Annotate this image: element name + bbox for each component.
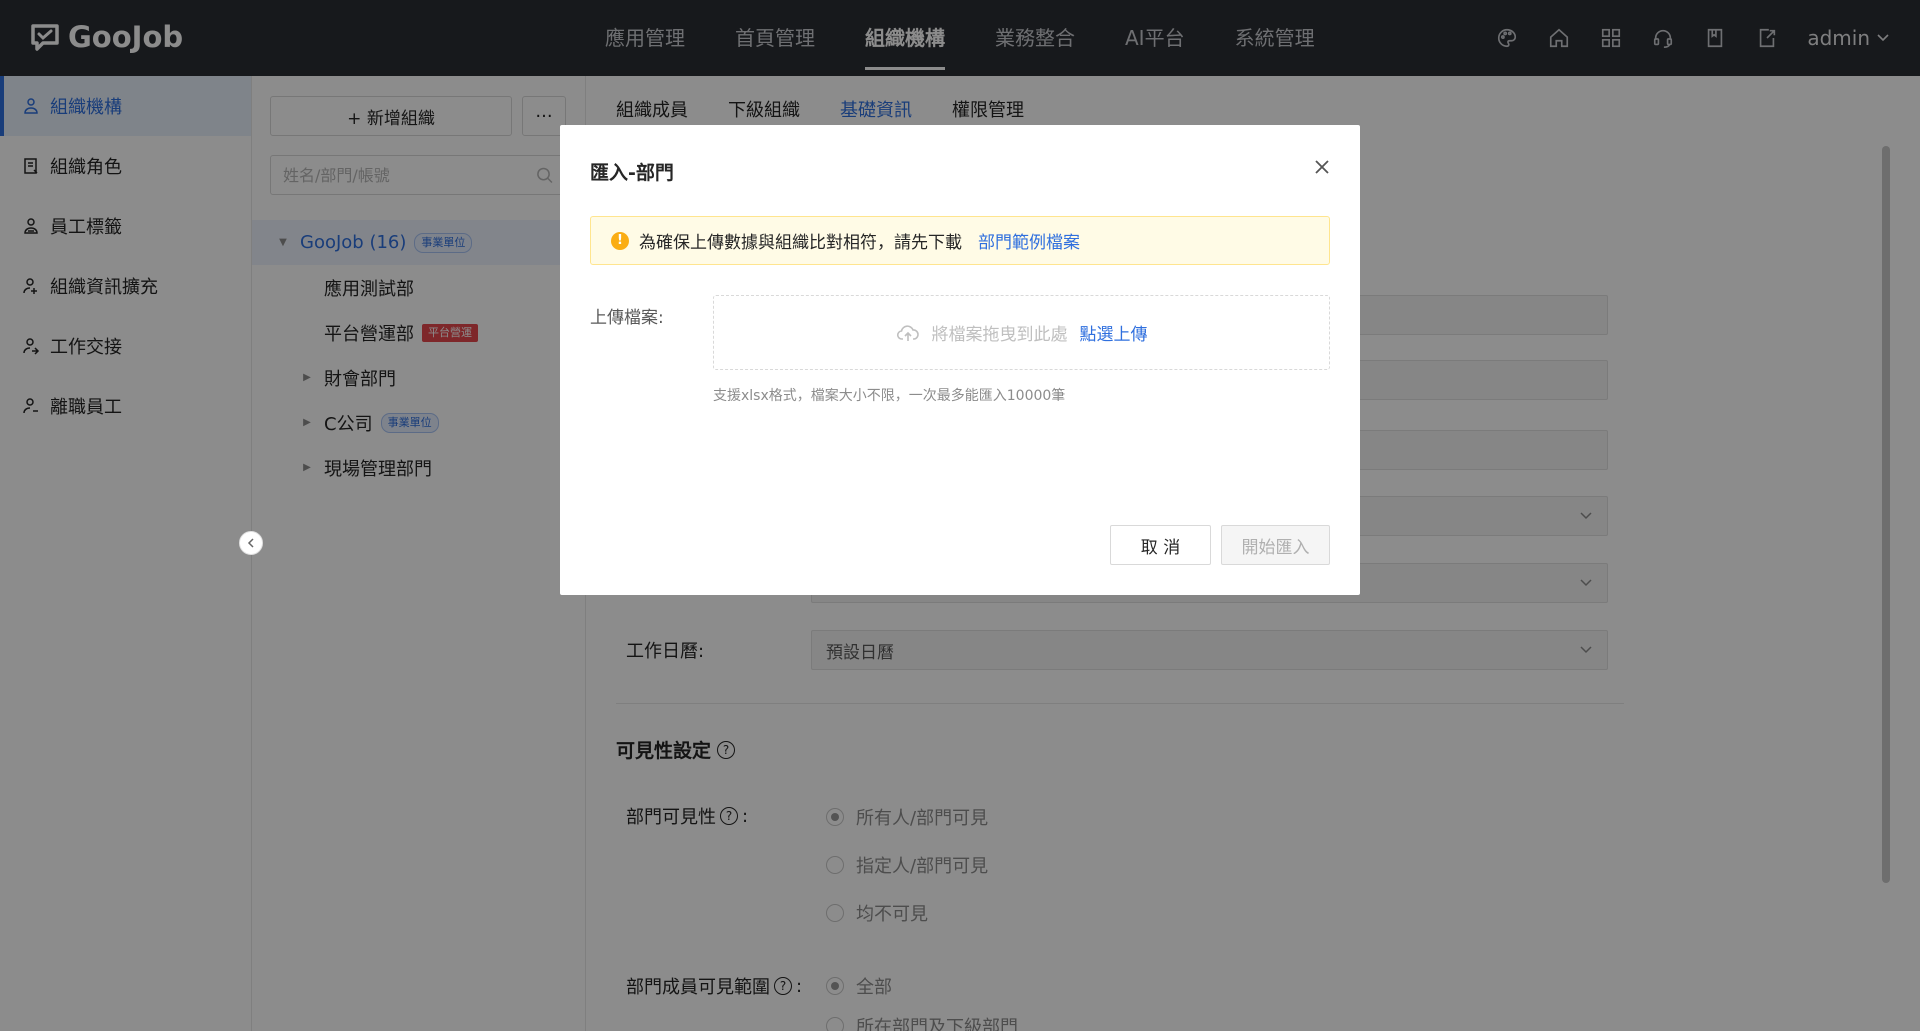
warning-alert: ! 為確保上傳數據與組織比對相符，請先下載 部門範例檔案 (590, 216, 1330, 265)
upload-label: 上傳檔案: (590, 308, 664, 328)
cloud-upload-icon (896, 324, 919, 341)
modal-title: 匯入-部門 (590, 162, 674, 184)
file-dropzone[interactable]: 將檔案拖曳到此處 點選上傳 (713, 295, 1330, 370)
drop-hint: 將檔案拖曳到此處 (931, 325, 1068, 345)
cancel-button[interactable]: 取 消 (1110, 525, 1211, 565)
download-template-link[interactable]: 部門範例檔案 (978, 228, 1080, 253)
warning-icon: ! (611, 231, 629, 250)
chevron-left-icon (247, 538, 254, 548)
start-import-button[interactable]: 開始匯入 (1221, 525, 1330, 565)
collapse-sidebar-button[interactable] (239, 531, 263, 555)
import-department-modal: 匯入-部門 ! 為確保上傳數據與組織比對相符，請先下載 部門範例檔案 上傳檔案:… (560, 125, 1360, 595)
close-icon (1315, 160, 1329, 174)
alert-text: 為確保上傳數據與組織比對相符，請先下載 (639, 233, 962, 253)
click-upload-link[interactable]: 點選上傳 (1080, 320, 1148, 345)
upload-note: 支援xlsx格式，檔案大小不限，一次最多能匯入10000筆 (713, 388, 1066, 404)
close-button[interactable] (1310, 155, 1334, 179)
